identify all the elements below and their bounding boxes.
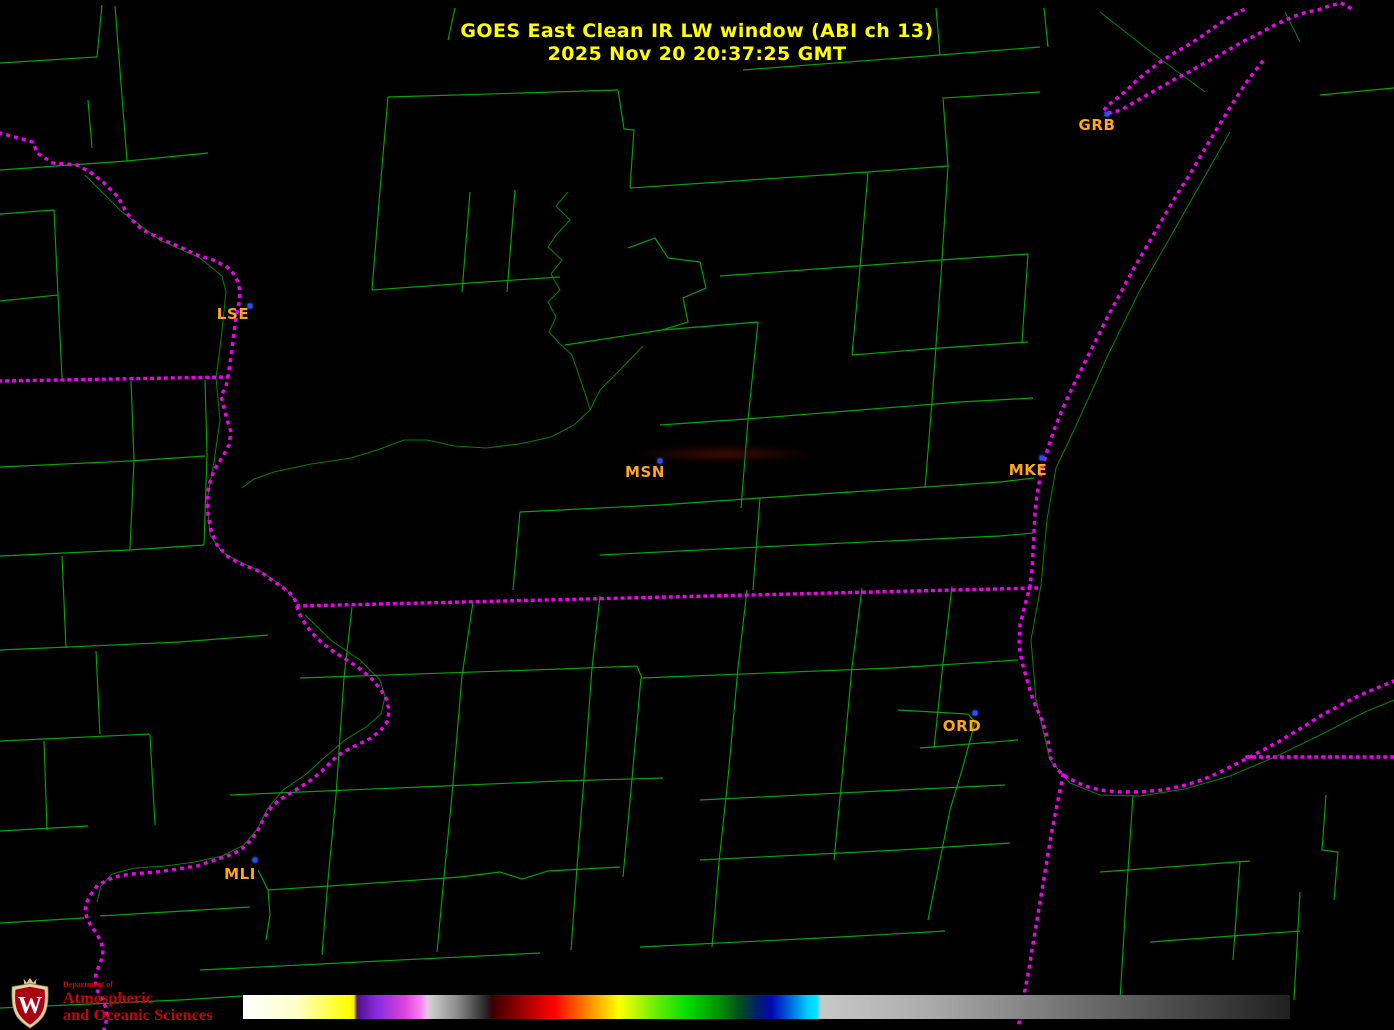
uw-monogram: W: [18, 992, 42, 1019]
mississippi-river-border: [0, 131, 391, 1030]
station-dot-MSN: [657, 458, 663, 464]
il-in-border: [1016, 772, 1066, 1030]
wi-il-border: [296, 586, 1039, 608]
uw-aos-logo: W Department of Atmospheric and Oceanic …: [4, 977, 213, 1029]
temperature-colorbar: [243, 995, 1290, 1019]
station-dot-GRB: [1104, 111, 1110, 117]
station-label-MKE: MKE: [1008, 461, 1048, 479]
logo-dept-label: Department of: [63, 980, 113, 989]
station-dot-MLI: [252, 857, 258, 863]
station-dot-ORD: [972, 710, 978, 716]
mn-ia-border: [0, 375, 230, 383]
station-label-GRB: GRB: [1078, 116, 1116, 134]
station-label-ORD: ORD: [942, 717, 982, 735]
logo-name-line2: and Oceanic Sciences: [63, 1007, 213, 1025]
station-dot-LSE: [247, 303, 253, 309]
state-borders: [0, 1, 1394, 1030]
lake-michigan-south-shoreline: [1017, 583, 1394, 794]
lake-michigan-west-shoreline: [1028, 59, 1265, 588]
station-label-LSE: LSE: [216, 305, 250, 323]
logo-name-line1: Atmospheric: [63, 990, 154, 1008]
title-line2: 2025 Nov 20 20:37:25 GMT: [547, 43, 847, 65]
title-line1: GOES East Clean IR LW window (ABI ch 13): [460, 20, 934, 42]
uw-crest-icon: W: [11, 977, 49, 1029]
logo-text: Department of Atmospheric and Oceanic Sc…: [63, 980, 213, 1025]
station-dot-MKE: [1039, 455, 1045, 461]
station-label-MSN: MSN: [624, 463, 666, 481]
image-title: GOES East Clean IR LW window (ABI ch 13)…: [0, 20, 1394, 66]
map-overlay: [0, 1, 1394, 1030]
satellite-image-viewport: GOES East Clean IR LW window (ABI ch 13)…: [0, 0, 1394, 1030]
station-label-MLI: MLI: [224, 865, 256, 883]
